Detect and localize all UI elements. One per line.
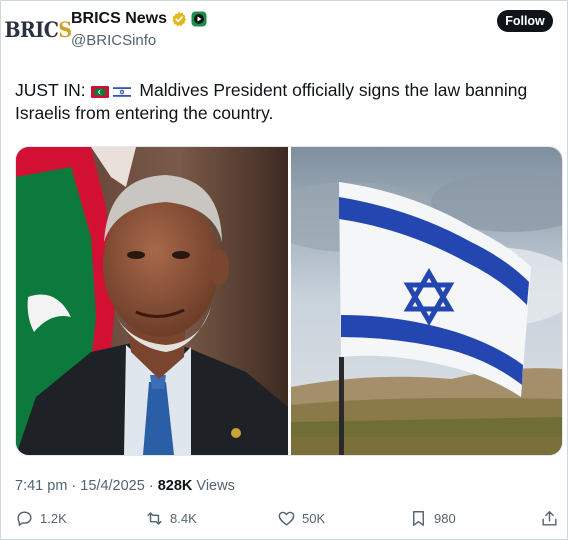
tweet-meta: 7:41 pm · 15/4/2025 · 828K Views xyxy=(15,478,235,494)
avatar[interactable]: BRICS xyxy=(4,11,72,49)
photo-president[interactable] xyxy=(16,147,288,455)
like-count: 50K xyxy=(302,511,326,526)
affiliate-badge-icon[interactable] xyxy=(191,11,207,27)
reply-count: 1.2K xyxy=(40,511,67,526)
heart-icon xyxy=(278,511,295,526)
maldives-flag-icon xyxy=(90,86,109,98)
repost-button[interactable]: 8.4K xyxy=(145,509,197,528)
share-button[interactable] xyxy=(540,509,559,528)
avatar-text: BRIC xyxy=(4,17,59,43)
views-count: 828K xyxy=(157,478,193,494)
views-label: Views xyxy=(192,478,235,494)
display-name[interactable]: BRICS News xyxy=(71,10,167,28)
tweet-card: BRICS BRICS News @BRICSinfo Follow JUST … xyxy=(0,0,568,540)
name-row: BRICS News xyxy=(71,10,207,28)
post-date[interactable]: 15/4/2025 xyxy=(80,478,145,494)
bookmark-button[interactable]: 980 xyxy=(409,509,456,528)
media-grid[interactable] xyxy=(15,146,563,456)
action-bar: 1.2K 8.4K 50K 980 xyxy=(15,509,561,529)
share-icon xyxy=(542,511,557,526)
reply-button[interactable]: 1.2K xyxy=(15,509,67,528)
avatar-text-s: S xyxy=(58,17,72,43)
meta-separator: · xyxy=(67,478,81,494)
repost-icon xyxy=(147,512,162,525)
reply-icon xyxy=(17,511,32,526)
repost-count: 8.4K xyxy=(170,511,197,526)
verified-badge-icon[interactable] xyxy=(171,11,187,27)
handle[interactable]: @BRICSinfo xyxy=(71,32,156,49)
follow-button[interactable]: Follow xyxy=(497,10,553,32)
tweet-text: JUST IN: Maldives President officially s… xyxy=(15,79,555,125)
post-time[interactable]: 7:41 pm xyxy=(15,478,67,494)
like-button[interactable]: 50K xyxy=(277,509,325,528)
meta-separator: · xyxy=(144,478,158,494)
bookmark-count: 980 xyxy=(434,511,456,526)
tweet-prefix: JUST IN: xyxy=(15,80,86,100)
bookmark-icon xyxy=(413,511,424,526)
israel-flag-icon xyxy=(112,86,131,98)
photo-israel-flag[interactable] xyxy=(291,147,562,455)
